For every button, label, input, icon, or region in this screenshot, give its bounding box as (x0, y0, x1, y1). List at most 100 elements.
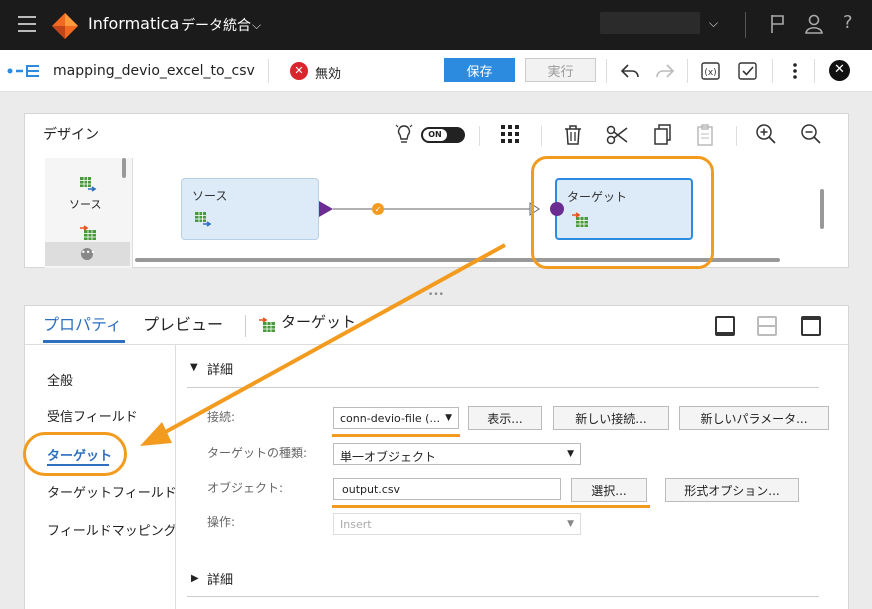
zoom-in-icon[interactable] (755, 123, 777, 145)
menu-icon[interactable] (18, 16, 36, 32)
connection-underline (332, 434, 460, 437)
link-line[interactable]: ✓ (315, 197, 565, 221)
object-field[interactable]: output.csv (333, 478, 561, 500)
divider (745, 12, 746, 38)
caret-down-icon: ▼ (567, 519, 574, 529)
tab-preview[interactable]: プレビュー (143, 311, 223, 335)
trash-icon[interactable] (562, 123, 584, 147)
palette-source-label: ソース (69, 198, 102, 211)
flag-icon[interactable] (768, 13, 788, 35)
validate-icon[interactable] (737, 61, 759, 81)
tab-properties[interactable]: プロパティ (43, 311, 122, 335)
mapping-icon (7, 65, 39, 77)
details-section-footer[interactable]: 詳細 (207, 569, 233, 588)
sidebar-item-incoming-fields[interactable]: 受信フィールド (47, 406, 138, 425)
divider (268, 59, 269, 83)
zoom-out-icon[interactable] (800, 123, 822, 145)
divider (606, 59, 607, 83)
grid-layout-icon[interactable] (499, 123, 521, 145)
invalid-status-icon: ✕ (290, 62, 308, 80)
design-panel: デザイン ON ソース ••• ソース ✓ ターゲット (24, 113, 849, 268)
canvas-vertical-scrollbar[interactable] (820, 189, 824, 229)
informatica-logo-icon (52, 13, 78, 39)
transformation-palette: ソース ••• (45, 158, 133, 268)
layout-bottom-icon[interactable] (715, 316, 735, 336)
operation-select[interactable]: Insert ▼ (333, 513, 581, 535)
divider (687, 59, 688, 83)
sidebar-item-general[interactable]: 全般 (47, 370, 73, 389)
palette-more[interactable]: ••• (45, 242, 130, 266)
source-transform-icon (195, 212, 212, 227)
object-label: オブジェクト: (207, 481, 284, 495)
more-icon[interactable]: ••• (81, 248, 95, 260)
section-divider (187, 596, 819, 597)
design-title: デザイン (43, 127, 99, 143)
caret-down-icon: ▼ (567, 449, 574, 459)
properties-panel: プロパティ プレビュー ターゲット 全般 受信フィールド ターゲット ターゲット… (24, 305, 850, 609)
divider (245, 315, 246, 337)
target-transform-icon (259, 317, 275, 332)
save-button[interactable]: 保存 (444, 58, 515, 82)
details-section-header[interactable]: 詳細 (207, 359, 233, 378)
object-value: output.csv (342, 483, 401, 496)
undo-icon[interactable] (619, 61, 641, 81)
brand-name: Informatica (88, 14, 180, 33)
sidebar-item-target-fields[interactable]: ターゲットフィールド (47, 482, 177, 501)
select-object-button[interactable]: 選択... (571, 478, 647, 502)
divider (541, 126, 542, 146)
divider (736, 126, 737, 146)
sidebar-divider (175, 345, 176, 609)
tab-target[interactable]: ターゲット (281, 311, 356, 332)
chevron-down-icon[interactable]: ⌵ (709, 16, 718, 31)
expression-icon[interactable]: (x) (700, 61, 722, 81)
copy-icon[interactable] (651, 123, 673, 147)
close-icon[interactable]: ✕ (829, 60, 850, 81)
section-divider (187, 387, 819, 388)
new-parameter-button[interactable]: 新しいパラメータ... (679, 406, 829, 430)
chevron-down-icon[interactable]: ⌵ (252, 18, 261, 33)
sidebar-target-highlight (23, 432, 127, 476)
svg-text:✓: ✓ (375, 205, 382, 214)
toggle-label: ON (423, 129, 447, 141)
divider (772, 59, 773, 83)
cut-icon[interactable] (605, 123, 629, 147)
panel-splitter[interactable]: ••• (424, 291, 448, 300)
view-button[interactable]: 表示... (468, 406, 542, 430)
help-icon[interactable]: ? (843, 12, 853, 33)
top-bar: Informatica データ統合 ⌵ ⌵ ? (0, 0, 872, 50)
layout-split-icon[interactable] (757, 316, 777, 336)
run-button[interactable]: 実行 (525, 58, 596, 82)
new-connection-button[interactable]: 新しい接続... (553, 406, 669, 430)
org-selector[interactable] (600, 12, 700, 34)
object-underline (332, 505, 650, 508)
layout-top-icon[interactable] (801, 316, 821, 336)
mapping-toolbar: mapping_devio_excel_to_csv ✕ 無効 保存 実行 (x… (0, 50, 872, 92)
tab-divider (25, 344, 850, 345)
paste-icon[interactable] (694, 123, 716, 147)
target-type-label: ターゲットの種類: (207, 446, 308, 460)
target-type-select[interactable]: 単一オブジェクト ▼ (333, 443, 581, 465)
connection-select[interactable]: conn-devio-file (... ▼ (333, 407, 459, 429)
format-options-button[interactable]: 形式オプション... (665, 478, 799, 502)
source-transform-icon[interactable] (79, 176, 97, 194)
user-icon[interactable] (804, 13, 824, 35)
target-transform-icon[interactable] (79, 225, 97, 241)
app-switcher[interactable]: データ統合 (181, 15, 251, 35)
recommendation-toggle[interactable]: ON (421, 127, 465, 143)
mapping-name: mapping_devio_excel_to_csv (53, 63, 255, 79)
caret-right-icon[interactable]: ▶ (191, 573, 199, 584)
lightbulb-icon[interactable] (393, 123, 415, 147)
divider (814, 59, 815, 83)
divider (479, 126, 480, 146)
more-options-icon[interactable] (784, 61, 806, 81)
source-node[interactable]: ソース (181, 178, 319, 240)
active-tab-indicator (43, 340, 125, 343)
connection-label: 接続: (207, 410, 236, 424)
source-node-label: ソース (192, 189, 228, 203)
status-label: 無効 (315, 67, 342, 82)
palette-scrollbar[interactable] (122, 158, 126, 178)
caret-down-icon[interactable]: ▼ (190, 362, 198, 373)
sidebar-item-field-mapping[interactable]: フィールドマッピング (47, 520, 177, 539)
operation-label: 操作: (207, 515, 236, 529)
redo-icon[interactable] (654, 61, 676, 81)
